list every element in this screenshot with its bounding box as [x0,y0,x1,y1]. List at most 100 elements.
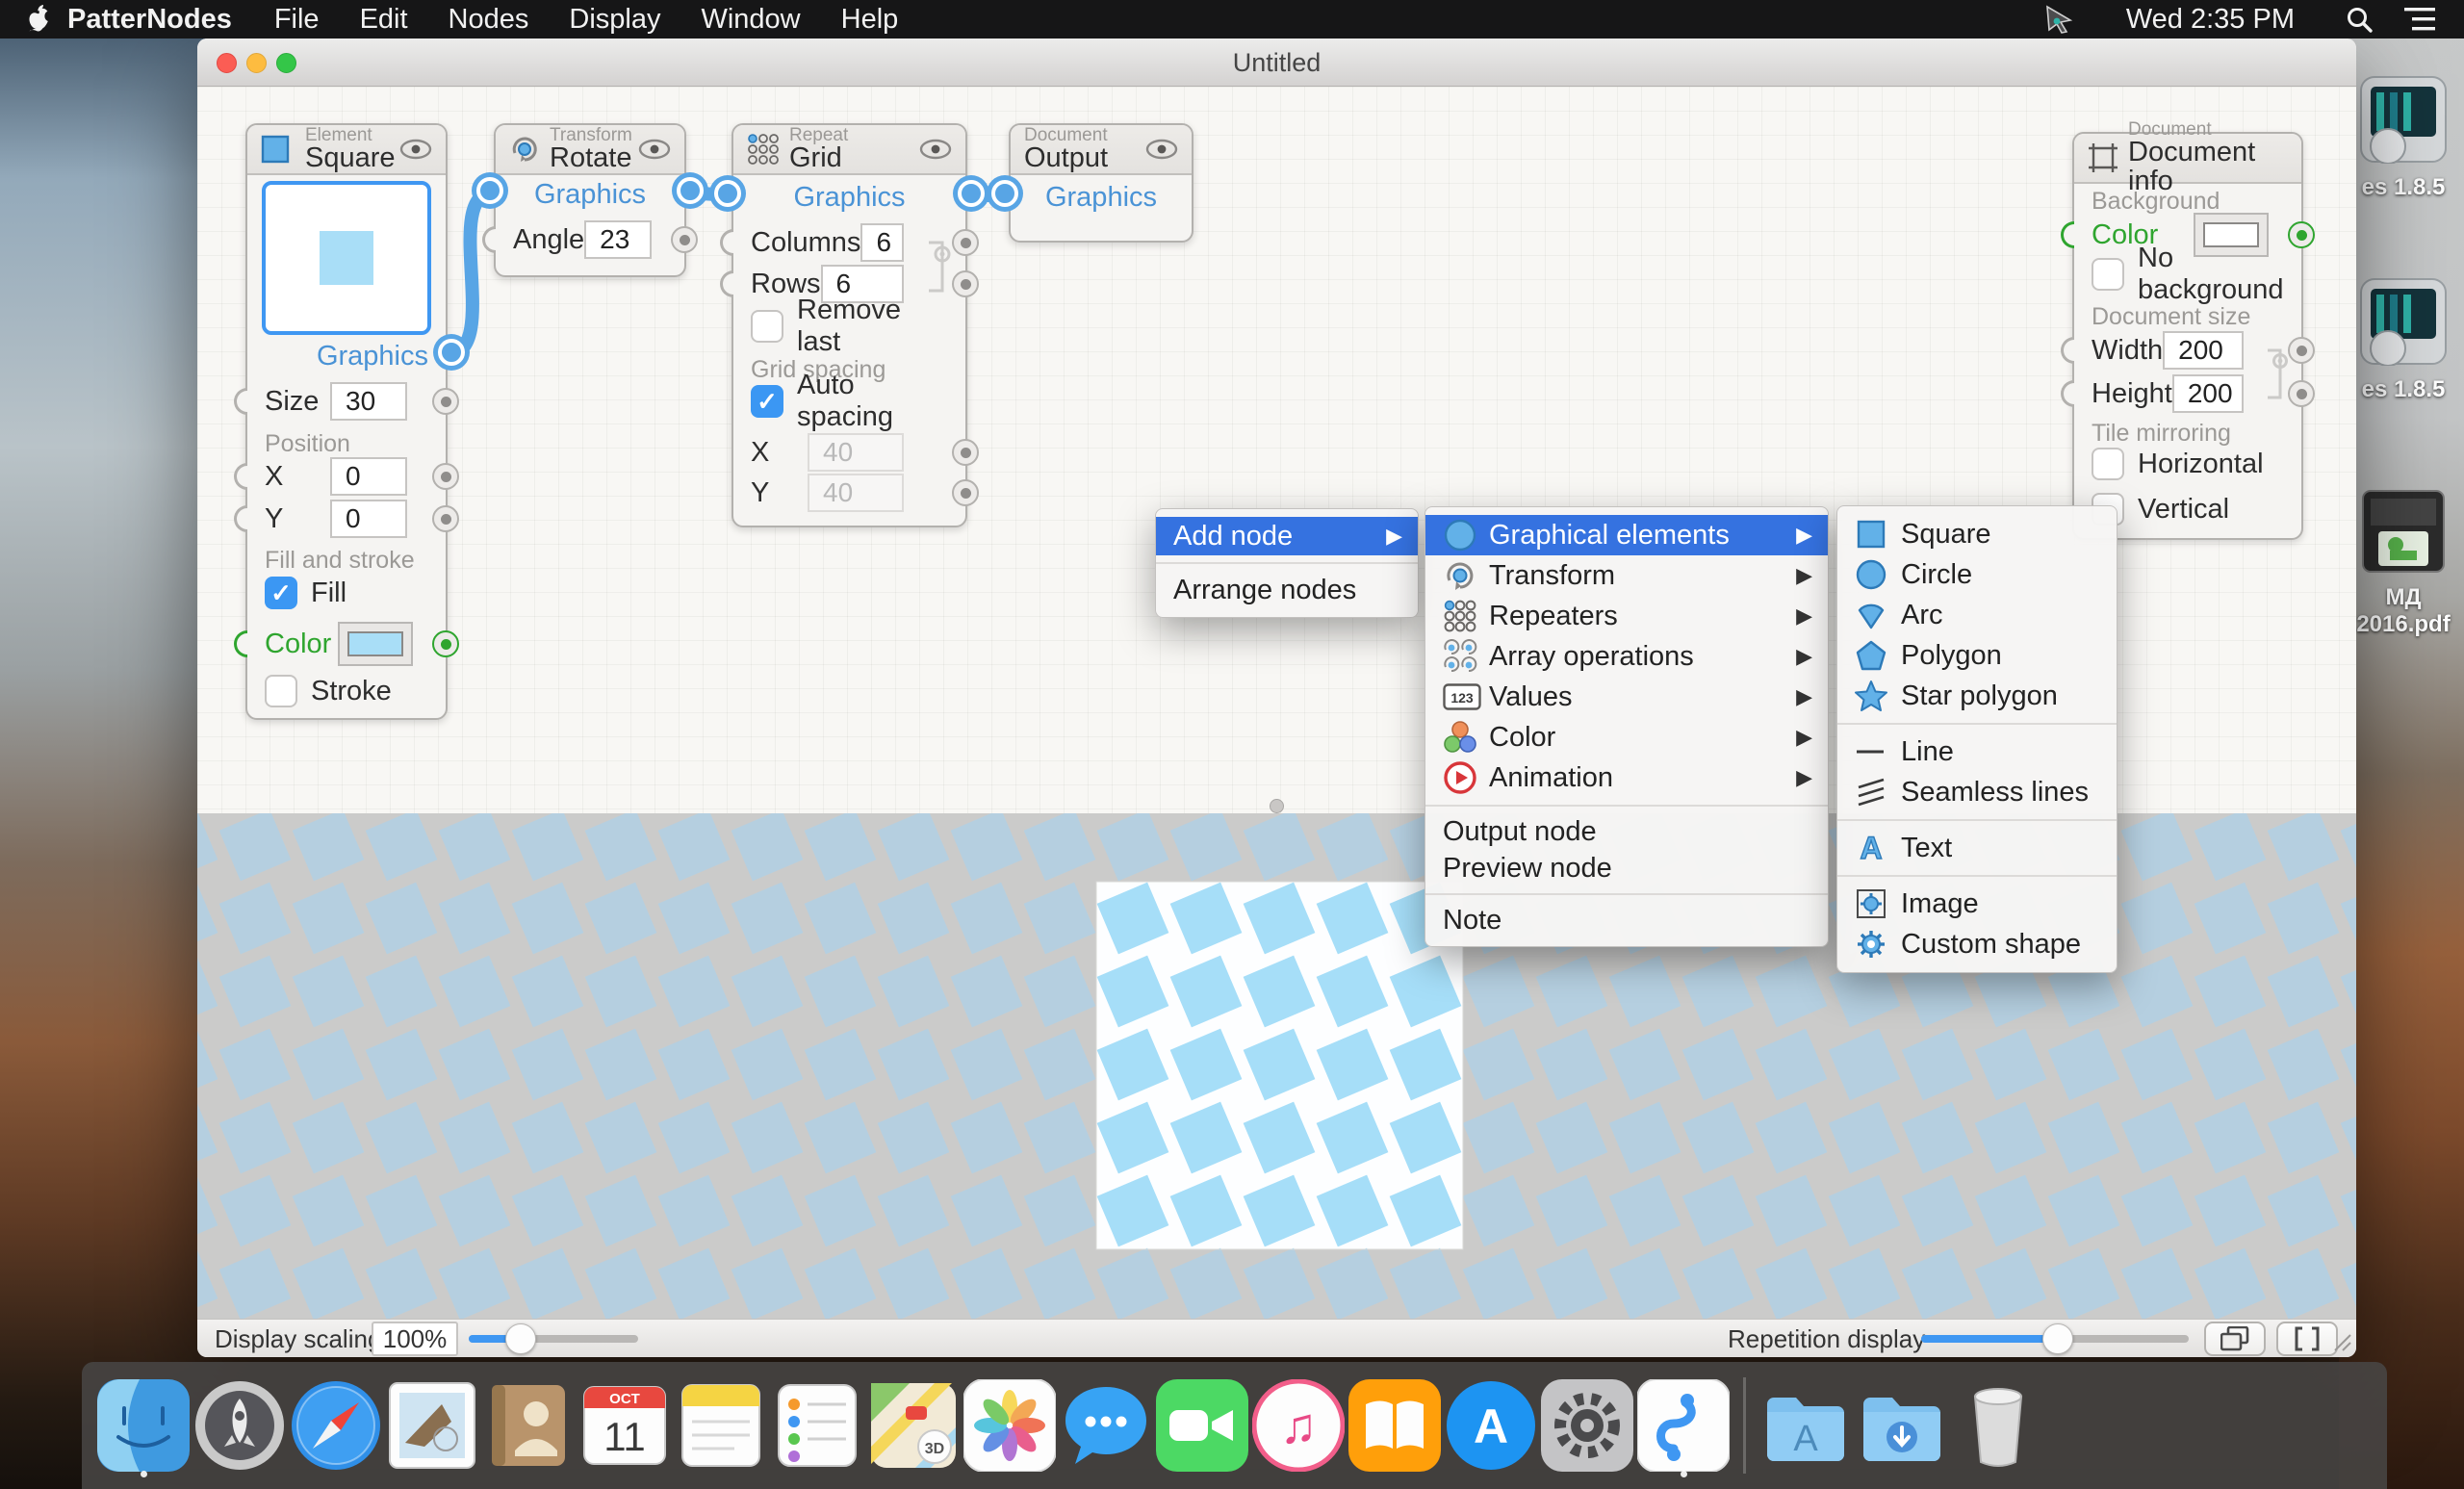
x-spacing-output-port[interactable] [952,439,979,466]
menu-item-note[interactable]: Note [1425,902,1828,938]
apple-menu-icon[interactable] [29,5,54,34]
y-field[interactable]: 0 [330,500,407,538]
menu-file[interactable]: File [274,4,320,36]
graphics-input-port[interactable] [476,177,503,204]
node-document-info[interactable]: Document Document info Background Color … [2072,132,2303,540]
dock-trash-icon[interactable] [1950,1373,2046,1478]
dock-contacts-icon[interactable] [480,1373,577,1478]
dock-launchpad-icon[interactable] [192,1373,288,1478]
menu-item-arrange-nodes[interactable]: Arrange nodes [1156,571,1418,609]
menu-item-seamless-lines[interactable]: Seamless lines [1837,772,2117,812]
fill-checkbox[interactable]: ✓ [265,577,297,609]
menu-item-output-node[interactable]: Output node [1425,813,1828,850]
menu-item-circle[interactable]: Circle [1837,554,2117,595]
dock-photos-icon[interactable] [962,1373,1058,1478]
menu-display[interactable]: Display [569,4,660,36]
dock-downloads-folder-icon[interactable] [1854,1373,1950,1478]
height-output-port[interactable] [2288,380,2315,407]
dock-messages-icon[interactable] [1058,1373,1154,1478]
node-grid[interactable]: Repeat Grid Graphics Columns 6 R [732,123,967,527]
menu-item-repeaters[interactable]: Repeaters▶ [1425,596,1828,636]
width-field[interactable]: 200 [2163,331,2244,370]
menu-item-star-polygon[interactable]: Star polygon [1837,676,2117,716]
dock-applications-folder-icon[interactable]: A [1758,1373,1854,1478]
pane-divider-handle[interactable] [1270,799,1284,813]
dock-system-preferences-icon[interactable] [1539,1373,1635,1478]
node-document-info-header[interactable]: Document Document info [2074,134,2301,184]
node-rotate-header[interactable]: Transform Rotate [496,125,684,175]
graphics-output-port[interactable] [438,339,465,366]
tile-repeat-view-button[interactable] [2204,1322,2266,1356]
menu-item-graphical-elements[interactable]: Graphical elements▶ [1425,515,1828,555]
menu-app-name[interactable]: PatterNodes [67,4,232,36]
menu-item-preview-node[interactable]: Preview node [1425,850,1828,886]
horizontal-checkbox[interactable] [2092,448,2124,480]
dock-safari-icon[interactable] [288,1373,384,1478]
angle-field[interactable]: 23 [584,220,652,259]
menu-item-add-node[interactable]: Add node▶ [1156,517,1418,555]
dock-mail-icon[interactable] [384,1373,480,1478]
menu-item-values[interactable]: 123 Values▶ [1425,677,1828,717]
menu-item-color[interactable]: Color▶ [1425,717,1828,757]
node-output-header[interactable]: Document Output [1011,125,1192,175]
desktop-file-pdf[interactable]: МД 2016.pdf [2341,489,2464,637]
link-fields-icon[interactable] [2265,347,2292,401]
menu-item-arc[interactable]: Arc [1837,595,2117,635]
dock-finder-icon[interactable] [95,1373,192,1478]
remove-last-checkbox[interactable] [751,310,783,343]
color-output-port[interactable] [432,630,459,657]
color-output-port[interactable] [2288,221,2315,248]
title-bar[interactable]: Untitled [197,39,2356,87]
size-field[interactable]: 30 [330,382,407,421]
columns-output-port[interactable] [952,229,979,256]
menu-edit[interactable]: Edit [360,4,408,36]
eye-icon[interactable] [1145,139,1178,160]
display-scaling-slider[interactable] [469,1335,638,1343]
menu-help[interactable]: Help [841,4,899,36]
x-field[interactable]: 0 [330,457,407,496]
dock-app-store-icon[interactable]: A [1443,1373,1539,1478]
node-square[interactable]: Element Square Graphics Size 30 Position [245,123,448,720]
dock-patternodes-icon[interactable] [1635,1373,1732,1478]
close-button[interactable] [217,53,237,73]
graphics-input-port[interactable] [714,180,741,207]
notification-center-icon[interactable] [2404,7,2435,32]
eye-icon[interactable] [638,139,671,160]
link-fields-icon[interactable] [925,239,954,295]
menu-item-text[interactable]: A Text [1837,828,2117,868]
dock-notes-icon[interactable] [673,1373,769,1478]
dock-calendar-icon[interactable]: OCT11 [577,1373,673,1478]
graphics-output-port[interactable] [677,177,704,204]
desktop-file-dmg-1[interactable]: es 1.8.5 [2341,75,2464,201]
columns-field[interactable]: 6 [860,223,904,262]
node-output[interactable]: Document Output Graphics [1009,123,1194,243]
menu-item-image[interactable]: Image [1837,884,2117,924]
menu-item-polygon[interactable]: Polygon [1837,635,2117,676]
menu-item-animation[interactable]: Animation▶ [1425,757,1828,798]
node-rotate[interactable]: Transform Rotate Graphics Angle 23 [494,123,686,277]
dock-reminders-icon[interactable] [769,1373,865,1478]
auto-spacing-checkbox[interactable]: ✓ [751,385,783,418]
desktop-file-dmg-2[interactable]: es 1.8.5 [2341,277,2464,403]
stroke-checkbox[interactable] [265,675,297,707]
y-spacing-field[interactable]: 40 [808,474,904,512]
graphics-input-port[interactable] [991,180,1018,207]
size-output-port[interactable] [432,388,459,415]
menu-nodes[interactable]: Nodes [449,4,529,36]
menu-window[interactable]: Window [701,4,800,36]
rows-output-port[interactable] [952,270,979,297]
width-output-port[interactable] [2288,337,2315,364]
height-field[interactable]: 200 [2172,374,2244,413]
eye-icon[interactable] [919,139,952,160]
resize-grip[interactable] [2327,1327,2352,1352]
menu-item-custom-shape[interactable]: Custom shape [1837,924,2117,964]
dock-itunes-icon[interactable]: ♫ [1250,1373,1347,1478]
menu-item-array-operations[interactable]: Array operations▶ [1425,636,1828,677]
dock-facetime-icon[interactable] [1154,1373,1250,1478]
menu-item-square[interactable]: Square [1837,514,2117,554]
menu-clock[interactable]: Wed 2:35 PM [2126,4,2295,36]
no-background-checkbox[interactable] [2092,258,2124,291]
angle-output-port[interactable] [671,226,698,253]
repetition-display-slider-thumb[interactable] [2042,1323,2073,1354]
color-swatch[interactable] [338,622,413,666]
